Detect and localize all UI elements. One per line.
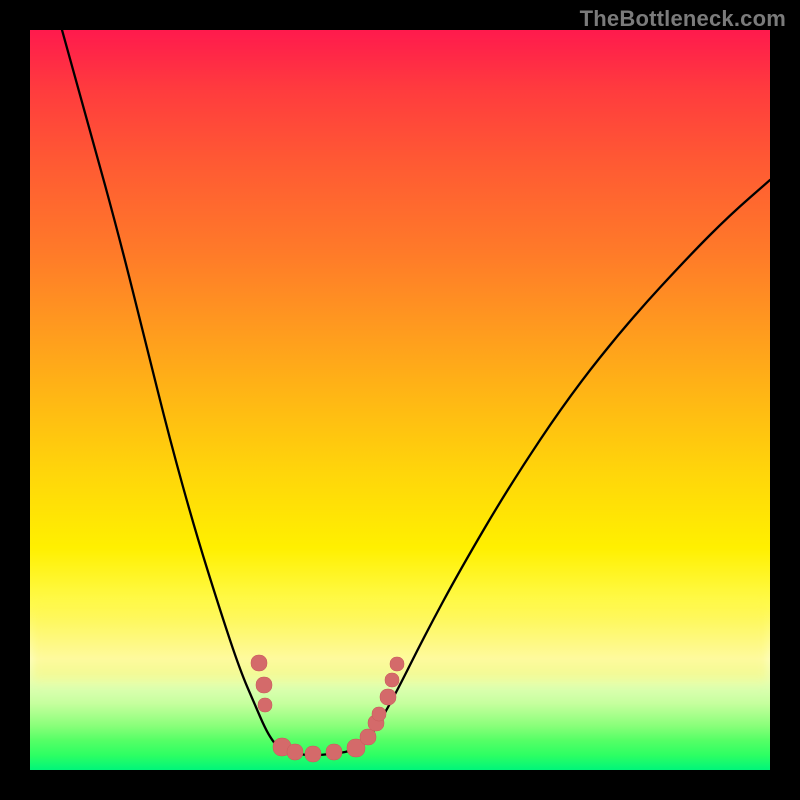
marker-dot <box>256 677 272 693</box>
v-curve-path <box>62 30 770 755</box>
marker-dot <box>326 744 342 760</box>
chart-svg <box>30 30 770 770</box>
marker-dot <box>390 657 404 671</box>
marker-cluster <box>251 655 404 762</box>
watermark-text: TheBottleneck.com <box>580 6 786 32</box>
marker-dot <box>372 707 386 721</box>
marker-dot <box>287 744 303 760</box>
marker-dot <box>360 729 376 745</box>
marker-dot <box>251 655 267 671</box>
marker-dot <box>380 689 396 705</box>
bottleneck-curve <box>62 30 770 755</box>
marker-dot <box>385 673 399 687</box>
plot-area <box>30 30 770 770</box>
marker-dot <box>305 746 321 762</box>
marker-dot <box>258 698 272 712</box>
chart-frame: TheBottleneck.com <box>0 0 800 800</box>
